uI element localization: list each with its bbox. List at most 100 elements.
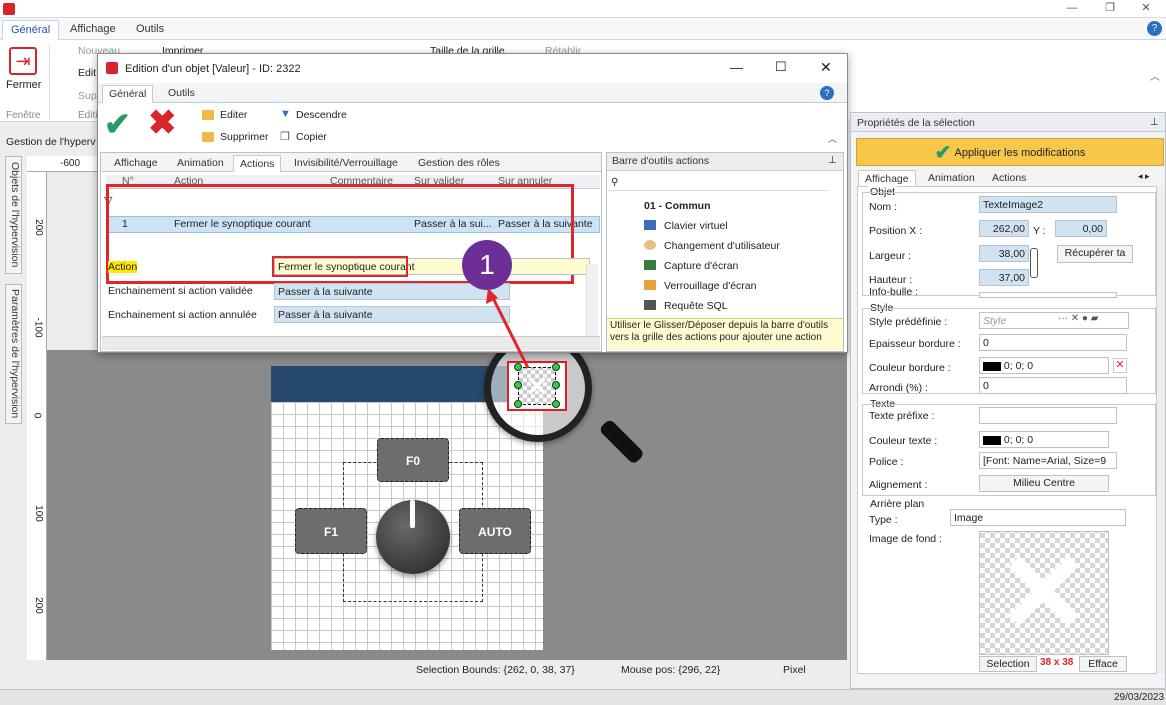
fields-scrollbar[interactable] bbox=[586, 264, 598, 340]
style-predef-field[interactable]: Style bbox=[979, 312, 1129, 329]
cancel-x-icon[interactable]: ✖ bbox=[148, 104, 177, 142]
close-icon[interactable]: ✕ bbox=[1134, 0, 1158, 18]
image-fond-preview[interactable]: ✕ bbox=[979, 531, 1109, 655]
texte-prefixe-field[interactable] bbox=[979, 407, 1117, 424]
delete-button[interactable]: Sup bbox=[78, 90, 97, 102]
tab-affichage[interactable]: Affichage bbox=[62, 20, 124, 40]
auto-button[interactable]: AUTO bbox=[459, 508, 531, 554]
couleur-bordure-value: 0; 0; 0 bbox=[1003, 360, 1034, 372]
type-dropdown[interactable]: Image bbox=[950, 509, 1126, 526]
mouse-pos: Mouse pos: {296, 22} bbox=[621, 664, 721, 676]
apply-button[interactable]: ✔ Appliquer les modifications bbox=[856, 138, 1164, 166]
handle-w[interactable] bbox=[514, 381, 522, 389]
apply-check-icon: ✔ bbox=[934, 142, 952, 165]
subtab-animation[interactable]: Animation bbox=[171, 155, 230, 171]
edit-object-dialog: Edition d'un objet [Valeur] - ID: 2322 —… bbox=[97, 53, 848, 353]
toolbox-pin-icon[interactable]: ⊥ bbox=[828, 155, 837, 166]
lock-ratio-icon[interactable] bbox=[1030, 248, 1038, 278]
f0-button[interactable]: F0 bbox=[377, 438, 449, 482]
infobulle-field[interactable] bbox=[979, 292, 1117, 298]
largeur-field[interactable]: 38,00 bbox=[979, 245, 1029, 262]
dialog-edit-button[interactable]: Editer bbox=[220, 109, 247, 121]
minimize-icon[interactable]: — bbox=[1060, 0, 1084, 18]
props-tab-animation[interactable]: Animation bbox=[922, 170, 981, 186]
tab-parametres-hypervision[interactable]: Paramètres de l'hypervision bbox=[5, 284, 22, 424]
maximize-icon[interactable]: ❐ bbox=[1098, 0, 1122, 18]
toolbox-item-capture[interactable]: Capture d'écran bbox=[664, 260, 738, 272]
hauteur-field[interactable]: 37,00 bbox=[979, 269, 1029, 286]
dialog-tab-outils[interactable]: Outils bbox=[162, 85, 201, 101]
dialog-close-icon[interactable]: ✕ bbox=[820, 59, 832, 76]
tab-outils[interactable]: Outils bbox=[128, 20, 172, 40]
tab-objets-hypervision[interactable]: Objets de l'hypervision bbox=[5, 156, 22, 274]
nom-field[interactable]: TexteImage2 bbox=[979, 196, 1117, 213]
validate-check-icon[interactable]: ✔ bbox=[104, 106, 131, 142]
recuperer-taille-button[interactable]: Récupérer ta bbox=[1057, 245, 1133, 263]
image-fond-label: Image de fond : bbox=[869, 533, 942, 545]
arrondi-label: Arrondi (%) : bbox=[869, 382, 928, 394]
handle-ne[interactable] bbox=[552, 363, 560, 371]
toolbox-filter-row[interactable]: ⚲ bbox=[607, 177, 829, 191]
alignement-dropdown[interactable]: Milieu Centre bbox=[979, 475, 1109, 492]
ruler-mark-100: 100 bbox=[32, 505, 44, 522]
props-scrollbar[interactable] bbox=[1157, 186, 1165, 674]
dialog-copy-button[interactable]: Copier bbox=[296, 131, 327, 143]
selection-button[interactable]: Selection bbox=[979, 656, 1037, 672]
style-actions-icons[interactable]: ··· ✕ ● ▰ bbox=[1058, 313, 1098, 324]
knob-indicator bbox=[410, 500, 415, 528]
lock-icon bbox=[644, 280, 656, 290]
subtab-invisibilite[interactable]: Invisibilité/Verrouillage bbox=[288, 155, 404, 171]
subtab-roles[interactable]: Gestion des rôles bbox=[412, 155, 506, 171]
on-cancel-label: Enchainement si action annulée bbox=[108, 309, 257, 321]
handle-e[interactable] bbox=[552, 381, 560, 389]
epaisseur-field[interactable]: 0 bbox=[979, 334, 1127, 351]
dialog-delete-button[interactable]: Supprimer bbox=[220, 131, 268, 143]
dialog-tab-general[interactable]: Général bbox=[102, 85, 154, 103]
effacer-button[interactable]: Efface bbox=[1079, 656, 1127, 672]
tab-general[interactable]: Général bbox=[2, 20, 60, 40]
dialog-collapse-icon[interactable]: ︿ bbox=[828, 132, 837, 145]
unit-label: Pixel bbox=[783, 664, 806, 676]
props-tab-actions[interactable]: Actions bbox=[986, 170, 1032, 186]
toolbox-item-utilisateur[interactable]: Changement d'utilisateur bbox=[664, 240, 780, 252]
props-tab-scroll-icon[interactable]: ◂ ▸ bbox=[1138, 171, 1150, 182]
dialog-help-icon[interactable]: ? bbox=[820, 86, 834, 100]
dialog-minimize-icon[interactable]: — bbox=[730, 60, 743, 75]
handle-se[interactable] bbox=[552, 400, 560, 408]
toolbox-hint: Utiliser le Glisser/Déposer depuis la ba… bbox=[610, 320, 829, 343]
arrondi-field[interactable]: 0 bbox=[979, 377, 1127, 394]
posx-field[interactable]: 262,00 bbox=[979, 220, 1029, 237]
nom-label: Nom : bbox=[869, 201, 898, 213]
police-field[interactable]: [Font: Name=Arial, Size=9 bbox=[979, 452, 1117, 469]
couleur-bordure-field[interactable]: 0; 0; 0 bbox=[979, 357, 1109, 374]
props-tab-affichage[interactable]: Affichage bbox=[858, 170, 916, 187]
clear-color-icon[interactable]: ✕ bbox=[1113, 358, 1127, 373]
edit-button[interactable]: Edit bbox=[78, 67, 96, 79]
infobulle-label: Info-bulle : bbox=[869, 286, 919, 298]
couleur-texte-field[interactable]: 0; 0; 0 bbox=[979, 431, 1109, 448]
status-bar bbox=[0, 689, 1166, 705]
on-cancel-field[interactable]: Passer à la suivante bbox=[274, 306, 510, 323]
size-badge: 38 x 38 bbox=[1040, 657, 1074, 668]
help-icon[interactable]: ? bbox=[1147, 21, 1162, 36]
subtab-affichage[interactable]: Affichage bbox=[108, 155, 164, 171]
f1-button[interactable]: F1 bbox=[295, 508, 367, 554]
posx-label: Position X : bbox=[869, 225, 923, 237]
properties-pin-icon[interactable]: ⊥ bbox=[1150, 117, 1159, 128]
collapse-ribbon-icon[interactable]: ︿ bbox=[1150, 68, 1160, 83]
couleur-texte-label: Couleur texte : bbox=[869, 435, 938, 447]
toolbox-item-sql[interactable]: Requête SQL bbox=[664, 300, 728, 312]
action-field-highlight bbox=[272, 256, 408, 277]
subtab-actions[interactable]: Actions bbox=[233, 155, 282, 172]
user-icon bbox=[644, 240, 656, 250]
dialog-down-button[interactable]: Descendre bbox=[296, 109, 347, 121]
close-button-label[interactable]: Fermer bbox=[6, 79, 41, 91]
toolbox-item-clavier[interactable]: Clavier virtuel bbox=[664, 220, 728, 232]
close-synoptic-icon[interactable]: ⇥ bbox=[9, 47, 37, 75]
handle-sw[interactable] bbox=[514, 400, 522, 408]
posy-field[interactable]: 0,00 bbox=[1055, 220, 1107, 237]
largeur-label: Largeur : bbox=[869, 250, 912, 262]
dialog-maximize-icon[interactable]: ☐ bbox=[775, 59, 787, 75]
toolbox-category[interactable]: 01 - Commun bbox=[644, 200, 711, 212]
toolbox-item-verrouillage[interactable]: Verrouillage d'écran bbox=[664, 280, 756, 292]
